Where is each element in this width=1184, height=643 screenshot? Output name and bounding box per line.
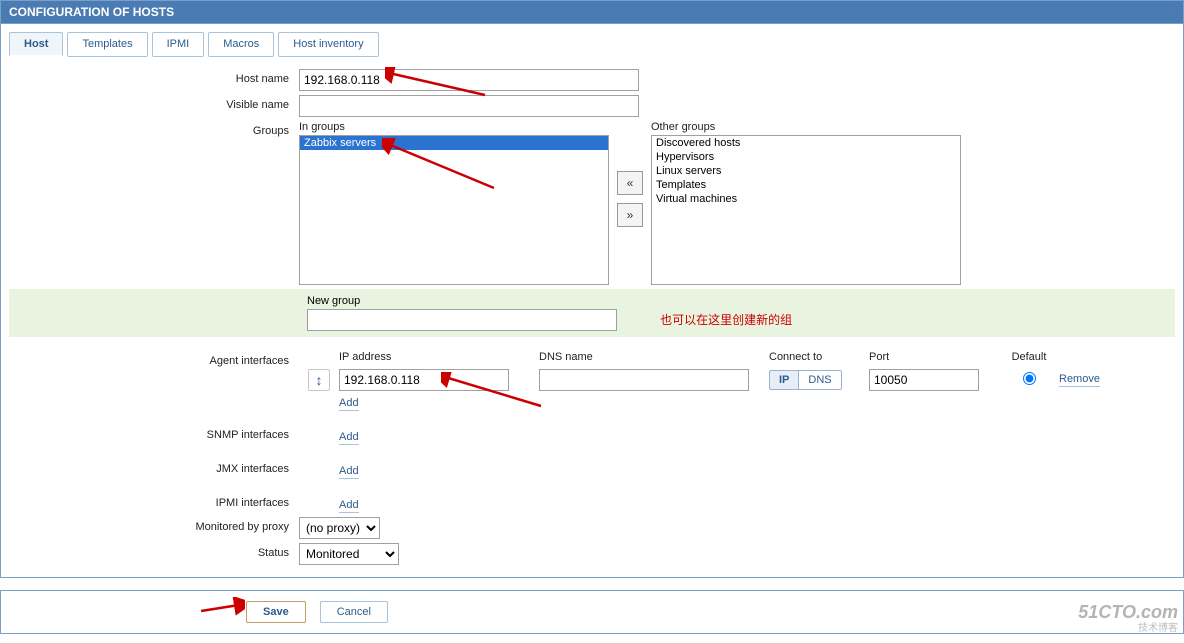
agent-port-input[interactable] [869, 369, 979, 391]
label-visible-name: Visible name [9, 95, 299, 111]
header-connect-to: Connect to [769, 351, 869, 363]
default-interface-radio[interactable] [1023, 372, 1036, 385]
move-right-button[interactable]: » [617, 203, 643, 227]
connect-dns-button[interactable]: DNS [799, 371, 840, 389]
add-ipmi-interface-link[interactable]: Add [339, 499, 359, 513]
header-default: Default [999, 351, 1059, 363]
tab-templates[interactable]: Templates [67, 32, 147, 57]
status-select[interactable]: Monitored [299, 543, 399, 565]
label-agent-interfaces: Agent interfaces [9, 351, 299, 367]
label-new-group: New group [307, 295, 1175, 307]
other-groups-listbox[interactable]: Discovered hosts Hypervisors Linux serve… [651, 135, 961, 285]
cancel-button[interactable]: Cancel [320, 601, 388, 623]
header-dns: DNS name [539, 351, 769, 363]
tab-ipmi[interactable]: IPMI [152, 32, 205, 57]
add-snmp-interface-link[interactable]: Add [339, 431, 359, 445]
header-ip: IP address [339, 351, 539, 363]
save-button[interactable]: Save [246, 601, 306, 623]
label-ipmi-interfaces: IPMI interfaces [9, 493, 299, 509]
tab-host[interactable]: Host [9, 32, 63, 57]
in-groups-listbox[interactable]: Zabbix servers [299, 135, 609, 285]
move-left-button[interactable]: « [617, 171, 643, 195]
visible-name-input[interactable] [299, 95, 639, 117]
host-form: Host Templates IPMI Macros Host inventor… [0, 24, 1184, 578]
add-jmx-interface-link[interactable]: Add [339, 465, 359, 479]
add-agent-interface-link[interactable]: Add [339, 397, 359, 411]
remove-interface-link[interactable]: Remove [1059, 373, 1100, 387]
agent-dns-input[interactable] [539, 369, 749, 391]
agent-ip-input[interactable] [339, 369, 509, 391]
label-snmp-interfaces: SNMP interfaces [9, 425, 299, 441]
label-jmx-interfaces: JMX interfaces [9, 459, 299, 475]
other-group-option[interactable]: Templates [652, 178, 960, 192]
tabs-bar: Host Templates IPMI Macros Host inventor… [9, 32, 1175, 57]
in-group-option[interactable]: Zabbix servers [300, 136, 608, 150]
label-groups: Groups [9, 121, 299, 137]
new-group-section: New group 也可以在这里创建新的组 [9, 289, 1175, 337]
watermark: 51CTO.com 技术博客 [1078, 602, 1178, 634]
label-in-groups: In groups [299, 121, 609, 133]
connect-to-toggle[interactable]: IP DNS [769, 370, 842, 390]
new-group-input[interactable] [307, 309, 617, 331]
page-header: CONFIGURATION OF HOSTS [0, 0, 1184, 24]
other-group-option[interactable]: Linux servers [652, 164, 960, 178]
label-status: Status [9, 543, 299, 559]
host-name-input[interactable] [299, 69, 639, 91]
connect-ip-button[interactable]: IP [770, 371, 799, 389]
label-other-groups: Other groups [651, 121, 961, 133]
tab-macros[interactable]: Macros [208, 32, 274, 57]
proxy-select[interactable]: (no proxy) [299, 517, 380, 539]
tab-inventory[interactable]: Host inventory [278, 32, 378, 57]
label-proxy: Monitored by proxy [9, 517, 299, 533]
form-footer: Save Cancel [0, 590, 1184, 634]
new-group-note: 也可以在这里创建新的组 [660, 313, 792, 327]
drag-handle-icon[interactable]: ↕ [308, 369, 330, 391]
other-group-option[interactable]: Hypervisors [652, 150, 960, 164]
other-group-option[interactable]: Discovered hosts [652, 136, 960, 150]
label-host-name: Host name [9, 69, 299, 85]
header-port: Port [869, 351, 999, 363]
other-group-option[interactable]: Virtual machines [652, 192, 960, 206]
